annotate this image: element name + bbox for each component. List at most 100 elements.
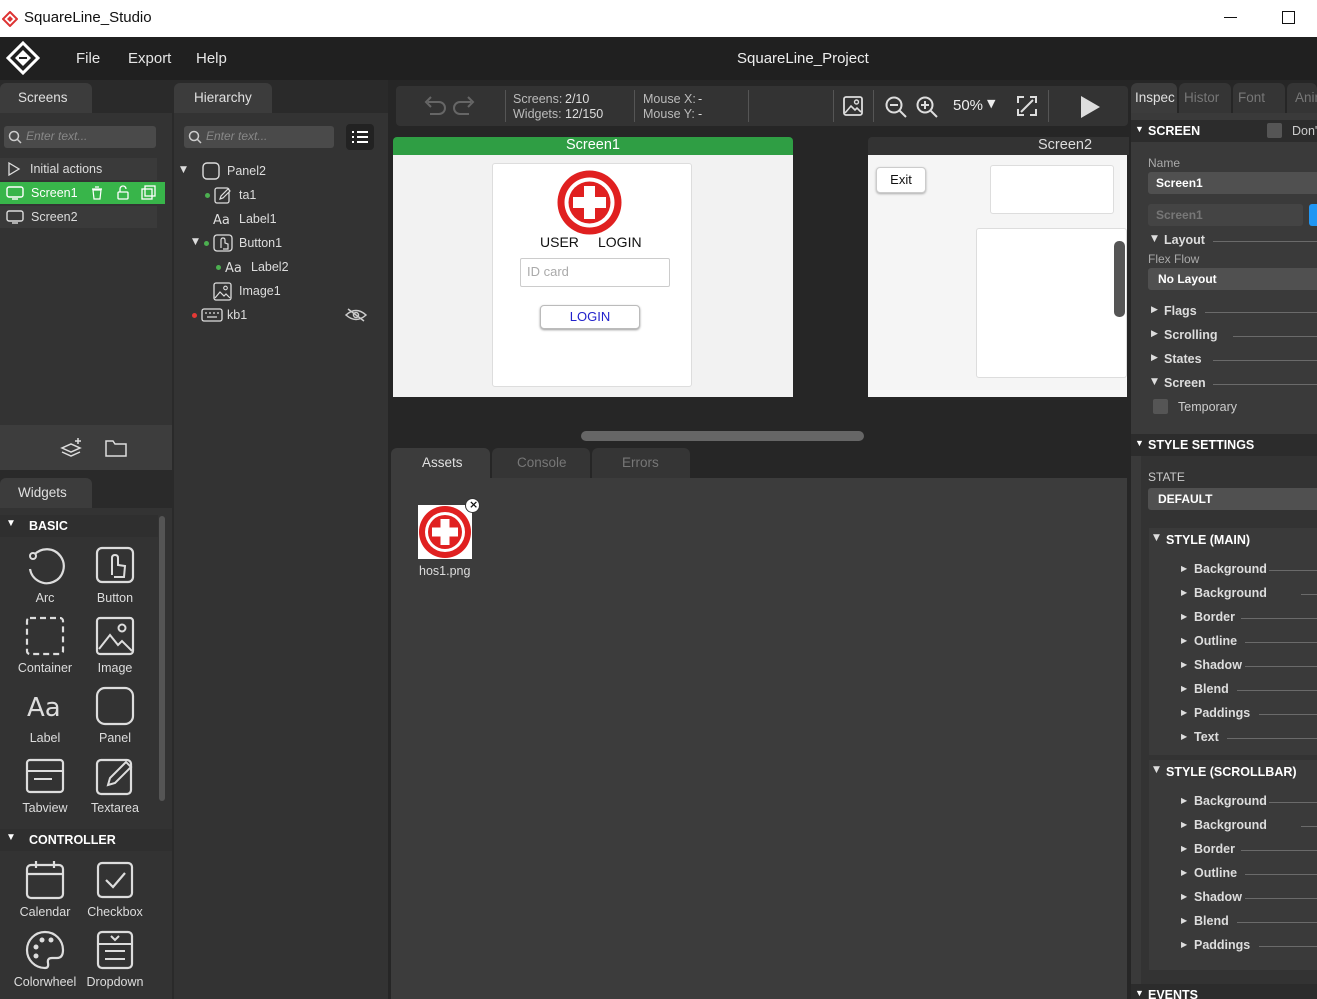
tab-font[interactable]: Font <box>1233 83 1285 113</box>
delete-icon[interactable] <box>90 186 104 200</box>
hierarchy-item-label2[interactable]: Aa Label2 <box>172 256 382 278</box>
expand-arrow-icon[interactable]: ▼ <box>192 237 199 247</box>
menu-export[interactable]: Export <box>128 50 171 67</box>
play-icon[interactable] <box>1079 95 1101 119</box>
tab-errors[interactable]: Errors <box>592 448 690 478</box>
scroll-background-item-2[interactable]: ▶ Background <box>1181 818 1317 836</box>
basic-section-header[interactable]: ▼ BASIC <box>0 515 158 537</box>
name-input[interactable]: Screen1 <box>1148 172 1317 194</box>
screen2-title-bar[interactable]: Screen2 <box>868 137 1129 155</box>
tab-console[interactable]: Console <box>492 448 590 478</box>
fit-screen-icon[interactable] <box>1016 95 1038 117</box>
widget-checkbox[interactable]: Checkbox <box>80 859 150 919</box>
expand-arrow-icon[interactable]: ▼ <box>180 165 187 175</box>
main-text-item[interactable]: ▶ Text <box>1181 730 1317 748</box>
undo-icon[interactable] <box>422 96 446 116</box>
tab-assets[interactable]: Assets <box>391 448 490 478</box>
zoom-select[interactable]: 50% ▼ <box>953 96 1003 116</box>
add-screen-icon[interactable] <box>59 436 85 460</box>
menu-help[interactable]: Help <box>196 50 227 67</box>
main-paddings-item[interactable]: ▶ Paddings <box>1181 706 1317 724</box>
hierarchy-search-input[interactable]: Enter text... <box>184 126 334 148</box>
login-button[interactable]: LOGIN <box>540 305 640 329</box>
main-outline-item[interactable]: ▶ Outline <box>1181 634 1317 652</box>
screen2-box[interactable] <box>990 165 1114 214</box>
scroll-background-item[interactable]: ▶ Background <box>1181 794 1317 812</box>
unlock-icon[interactable] <box>116 185 130 200</box>
menu-file[interactable]: File <box>76 50 100 67</box>
widget-label[interactable]: Aa Label <box>10 685 80 745</box>
screen-item-screen1[interactable]: Screen1 <box>0 182 165 204</box>
widget-container[interactable]: Container <box>10 615 80 675</box>
remove-asset-button[interactable]: × <box>465 498 480 513</box>
flags-section[interactable]: ▶ Flags <box>1149 303 1317 321</box>
folder-icon[interactable] <box>104 438 128 458</box>
id-apply-button[interactable] <box>1309 204 1317 226</box>
main-background-item[interactable]: ▶ Background <box>1181 562 1317 580</box>
screen1-canvas[interactable]: USER LOGIN ID card LOGIN <box>393 155 793 397</box>
screen-item-screen2[interactable]: Screen2 <box>0 206 157 228</box>
hierarchy-item-image1[interactable]: Image1 <box>172 280 382 302</box>
panel2-preview[interactable]: USER LOGIN ID card LOGIN <box>492 163 692 387</box>
widget-button[interactable]: Button <box>80 545 150 605</box>
hierarchy-item-label1[interactable]: Aa Label1 <box>172 208 382 230</box>
main-shadow-item[interactable]: ▶ Shadow <box>1181 658 1317 676</box>
screens-search-input[interactable]: Enter text... <box>4 126 156 148</box>
main-border-item[interactable]: ▶ Border <box>1181 610 1317 628</box>
zoom-out-icon[interactable] <box>884 95 908 119</box>
zoom-in-icon[interactable] <box>915 95 939 119</box>
screen-subsection[interactable]: ▼ Screen <box>1149 375 1317 393</box>
canvas-vertical-scrollbar[interactable] <box>1114 241 1125 317</box>
canvas-horizontal-scrollbar[interactable] <box>581 431 864 441</box>
asset-hos1[interactable] <box>418 505 474 561</box>
state-select[interactable]: DEFAULT <box>1148 488 1317 510</box>
scroll-shadow-item[interactable]: ▶ Shadow <box>1181 890 1317 908</box>
background-image-icon[interactable] <box>842 95 864 117</box>
tab-history[interactable]: Histor <box>1179 83 1231 113</box>
exit-button[interactable]: Exit <box>876 167 926 193</box>
screen2-canvas[interactable]: Exit <box>868 155 1127 397</box>
widget-dropdown[interactable]: Dropdown <box>80 929 150 989</box>
id-card-input[interactable]: ID card <box>520 258 670 287</box>
screen1-title-bar[interactable]: Screen1 <box>393 137 793 155</box>
hierarchy-list-view-button[interactable] <box>346 124 374 150</box>
tab-inspector[interactable]: Inspec <box>1131 83 1177 113</box>
states-section[interactable]: ▶ States <box>1149 351 1317 369</box>
initial-actions-row[interactable]: Initial actions <box>0 158 157 180</box>
hierarchy-item-ta1[interactable]: ta1 <box>172 184 382 206</box>
hierarchy-item-panel2[interactable]: ▼ Panel2 <box>172 160 382 182</box>
id-input[interactable]: Screen1 <box>1148 204 1303 226</box>
widget-calendar[interactable]: Calendar <box>10 859 80 919</box>
scroll-outline-item[interactable]: ▶ Outline <box>1181 866 1317 884</box>
tab-widgets[interactable]: Widgets <box>0 478 92 508</box>
hidden-eye-icon[interactable] <box>345 308 367 322</box>
widget-image[interactable]: Image <box>80 615 150 675</box>
widget-arc[interactable]: Arc <box>10 545 80 605</box>
tab-hierarchy[interactable]: Hierarchy <box>174 83 272 113</box>
maximize-button[interactable] <box>1282 11 1295 24</box>
scroll-blend-item[interactable]: ▶ Blend <box>1181 914 1317 932</box>
redo-icon[interactable] <box>453 96 477 116</box>
screen2-panel[interactable] <box>976 228 1127 378</box>
events-section-header[interactable]: ▼ EVENTS <box>1131 984 1317 999</box>
tab-animation[interactable]: Anima <box>1287 83 1317 113</box>
style-settings-header[interactable]: ▼ STYLE SETTINGS <box>1131 434 1317 456</box>
layout-section[interactable]: ▼ Layout <box>1149 232 1317 250</box>
tab-screens[interactable]: Screens <box>0 83 92 113</box>
main-background-item-2[interactable]: ▶ Background <box>1181 586 1317 604</box>
duplicate-icon[interactable] <box>141 185 156 200</box>
widget-panel[interactable]: Panel <box>80 685 150 745</box>
hierarchy-item-kb1[interactable]: kb1 <box>172 304 382 326</box>
widget-colorwheel[interactable]: Colorwheel <box>10 929 80 989</box>
widget-tabview[interactable]: Tabview <box>10 755 80 815</box>
scrolling-section[interactable]: ▶ Scrolling <box>1149 327 1317 345</box>
widget-textarea[interactable]: Textarea <box>80 755 150 815</box>
controller-section-header[interactable]: ▼ CONTROLLER <box>0 829 172 851</box>
screen-section-header[interactable]: ▼ SCREEN Don' <box>1131 120 1317 142</box>
widgets-scrollbar[interactable] <box>159 516 165 801</box>
main-blend-item[interactable]: ▶ Blend <box>1181 682 1317 700</box>
scroll-border-item[interactable]: ▶ Border <box>1181 842 1317 860</box>
temporary-checkbox[interactable] <box>1153 399 1168 414</box>
hierarchy-item-button1[interactable]: ▼ Button1 <box>172 232 382 254</box>
minimize-button[interactable] <box>1224 17 1237 18</box>
